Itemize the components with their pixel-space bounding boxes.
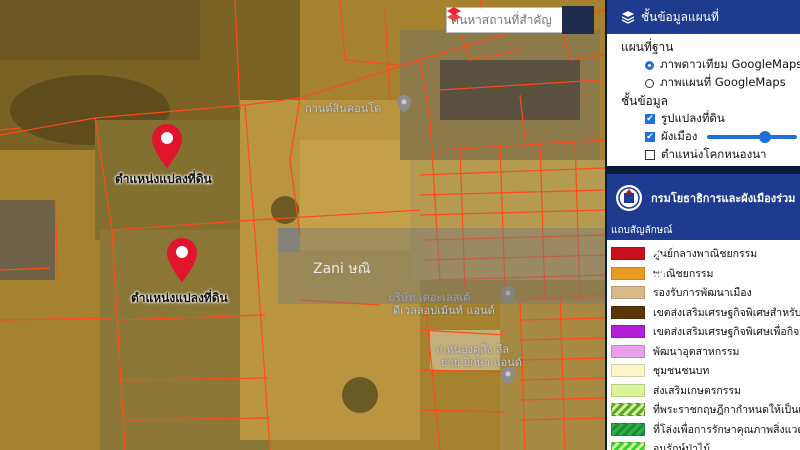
layer-label: ตำแหน่งโคกหนองนา <box>661 147 767 161</box>
legend-swatch <box>611 383 645 397</box>
layer-toggle-city-plan[interactable]: ✔ ผังเมือง <box>607 128 800 146</box>
checkbox-unchecked-icon[interactable] <box>645 150 655 160</box>
legend-label: เขตส่งเสริมเศรษฐกิจพิเศษสำหรับกิจการ <box>653 306 800 319</box>
checkbox-checked-icon[interactable]: ✔ <box>645 114 655 124</box>
legend-label: ส่งเสริมเกษตรกรรม <box>653 384 741 397</box>
panel-title: ชั้นข้อมูลแผนที่ <box>641 9 719 24</box>
legend-item: ส่งเสริมเกษตรกรรม <box>607 381 800 401</box>
layer-toggle-land-parcel[interactable]: ✔ รูปแปลงที่ดิน <box>607 110 800 128</box>
search-input[interactable] <box>446 7 562 33</box>
legend-label: อนุรักษ์ป่าไม้ <box>653 443 711 450</box>
poi-marker-icon[interactable] <box>397 95 411 113</box>
legend-label: ที่พระราชกฤษฎีกากำหนดให้เป็นเขต <box>653 404 800 417</box>
legend-swatch <box>611 305 645 319</box>
layer-label: ผังเมือง <box>661 129 698 143</box>
legend-label: พัฒนาอุตสาหกรรม <box>653 345 740 358</box>
layer-toggle-khok-nong-na[interactable]: ตำแหน่งโคกหนองนา <box>607 146 800 164</box>
layers-section-title: ชั้นข้อมูล <box>621 94 669 108</box>
legend-item: ชุมชนชนบท <box>607 361 800 381</box>
basemap-option-satellite[interactable]: ภาพดาวเทียม GoogleMaps <box>607 56 800 74</box>
layer-label: รูปแปลงที่ดิน <box>661 111 725 125</box>
legend-label: ที่โล่งเพื่อการรักษาคุณภาพสิ่งแวดล้อม <box>653 423 800 436</box>
brand-text: DDproperty <box>676 254 775 272</box>
legend-swatch <box>611 403 645 417</box>
legend-swatch <box>611 286 645 300</box>
legend-item: รองรับการพัฒนาเมือง <box>607 283 800 303</box>
org-name: กรมโยธาธิการและผังเมืองร่วม <box>651 192 796 205</box>
basemap-option-label: ภาพแผนที่ GoogleMaps <box>660 75 786 89</box>
legend-label: รองรับการพัฒนาเมือง <box>653 287 752 300</box>
legend-item: เขตส่งเสริมเศรษฐกิจพิเศษเพื่อกิจการ <box>607 322 800 342</box>
map-layer-panel: ชั้นข้อมูลแผนที่ แผนที่ฐาน ภาพดาวเทียม G… <box>605 0 800 450</box>
basemap-section-title: แผนที่ฐาน <box>621 40 674 54</box>
search-bar <box>446 6 594 34</box>
org-banner: กรมโยธาธิการและผังเมืองร่วม <box>607 174 800 222</box>
basemap-option-label: ภาพดาวเทียม GoogleMaps <box>660 57 800 71</box>
legend-item: พัฒนาอุตสาหกรรม <box>607 342 800 362</box>
panel-header: ชั้นข้อมูลแผนที่ <box>607 0 800 34</box>
legend-label: ชุมชนชนบท <box>653 365 710 378</box>
opacity-slider[interactable] <box>707 131 798 143</box>
department-seal-icon <box>616 185 642 211</box>
map-view[interactable]: กานต์สินคอนโด บริษัท เดอะเลสเต้ ดีเวลลอป… <box>0 0 605 450</box>
brand-watermark: DDproperty <box>640 248 775 278</box>
land-plot-pin-icon[interactable] <box>167 238 197 282</box>
legend-label: เขตส่งเสริมเศรษฐกิจพิเศษเพื่อกิจการ <box>653 326 800 339</box>
land-plot-pin-label: ตำแหน่งแปลงที่ดิน <box>131 291 228 305</box>
slider-thumb[interactable] <box>759 131 772 143</box>
layers-icon <box>447 7 461 21</box>
legend-swatch <box>611 364 645 378</box>
poi-marker-icon[interactable] <box>501 367 515 385</box>
legend-swatch <box>611 442 645 450</box>
basemap-option-roadmap[interactable]: ภาพแผนที่ GoogleMaps <box>607 74 800 92</box>
legend-item: อนุรักษ์ป่าไม้ <box>607 439 800 450</box>
legend-item: ที่โล่งเพื่อการรักษาคุณภาพสิ่งแวดล้อม <box>607 420 800 440</box>
radio-unselected-icon[interactable] <box>645 78 654 88</box>
divider <box>607 166 800 174</box>
land-plot-pin-icon[interactable] <box>152 124 182 168</box>
radio-selected-icon[interactable] <box>645 60 654 70</box>
watermark-text: Zani ษณิ <box>313 261 371 277</box>
legend-swatch <box>611 422 645 436</box>
legend-title: แถบสัญลักษณ์ <box>607 222 800 240</box>
legend-item: ที่พระราชกฤษฎีกากำหนดให้เป็นเขต <box>607 400 800 420</box>
layers-button[interactable] <box>447 6 594 34</box>
land-plot-pin-label: ตำแหน่งแปลงที่ดิน <box>115 172 212 186</box>
checkbox-checked-icon[interactable]: ✔ <box>645 132 655 142</box>
legend-item: เขตส่งเสริมเศรษฐกิจพิเศษสำหรับกิจการ <box>607 303 800 323</box>
map-place-label: กานต์สินคอนโด <box>305 102 382 115</box>
legend-swatch <box>611 344 645 358</box>
ddproperty-logo-icon <box>642 250 670 277</box>
legend-swatch <box>611 325 645 339</box>
layers-icon <box>621 11 635 24</box>
